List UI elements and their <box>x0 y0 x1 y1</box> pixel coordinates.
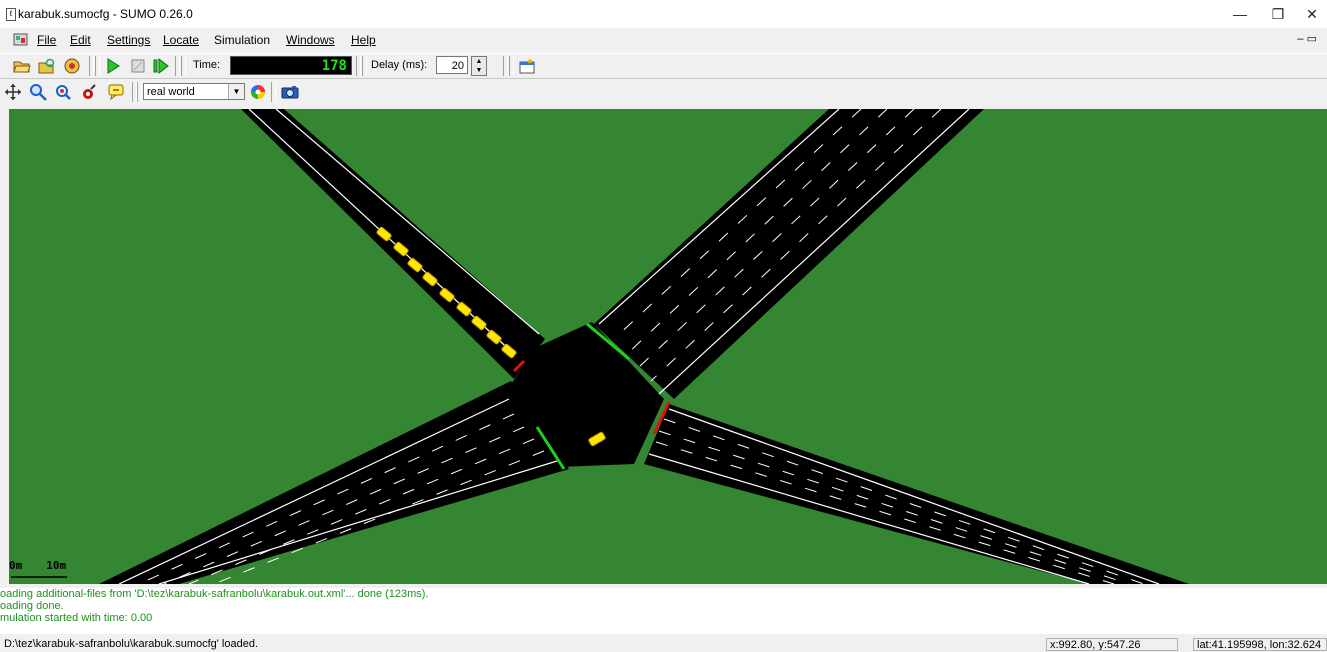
lane-edge <box>668 408 1160 584</box>
cursor-coordinates: x:992.80, y:547.26 <box>1046 638 1178 651</box>
menu-settings-label: Settings <box>107 33 151 47</box>
lane-divider <box>638 109 915 368</box>
mdi-window-buttons[interactable]: – ▭ <box>1297 32 1317 45</box>
title-bar: ℓ karabuk.sumocfg - SUMO 0.26.0 — ❐ ✕ <box>0 0 1327 28</box>
recenter-view-icon[interactable] <box>4 83 22 101</box>
menu-windows-label: Windows <box>286 33 335 47</box>
visualization-scheme-value: real world <box>147 86 195 98</box>
toolbar-separator <box>362 56 367 76</box>
menu-locate[interactable]: Locate <box>163 33 199 47</box>
time-label: Time: <box>193 59 221 71</box>
message-window: oading additional-files from 'D:\tez\kar… <box>0 588 1327 634</box>
message-line: oading done. <box>0 600 64 612</box>
scale-bar: 0m 10m <box>9 559 66 572</box>
restore-button[interactable]: ❐ <box>1263 4 1293 24</box>
lane-edge <box>275 109 540 335</box>
tooltip-icon[interactable] <box>107 83 125 101</box>
chevron-down-icon[interactable]: ▼ <box>228 84 244 99</box>
zoom-icon[interactable] <box>29 83 47 101</box>
time-display: 178 <box>230 56 352 75</box>
new-view-icon[interactable] <box>518 57 536 75</box>
toolbar-separator <box>356 56 361 76</box>
scale-left-label: 0m <box>9 559 23 572</box>
locate-junction-icon[interactable] <box>54 83 72 101</box>
status-bar: D:\tez\karabuk-safranbolu\karabuk.sumocf… <box>0 637 1327 652</box>
message-line: oading additional-files from 'D:\tez\kar… <box>0 588 429 600</box>
reload-icon[interactable] <box>38 57 56 75</box>
network-canvas[interactable] <box>9 109 1327 584</box>
toolbar-separator <box>503 56 508 76</box>
geo-coordinates: lat:41.195998, lon:32.624 <box>1193 638 1327 651</box>
road-northeast <box>594 109 984 399</box>
road-southeast <box>644 404 1189 584</box>
screenshot-icon[interactable] <box>281 83 299 101</box>
menu-settings[interactable]: Settings <box>107 33 150 47</box>
toolbar-separator <box>271 82 276 102</box>
app-icon: ℓ <box>6 8 16 21</box>
toolbar-separator <box>137 82 142 102</box>
view-toolbar: real world ▼ <box>0 80 1327 104</box>
menu-windows[interactable]: Windows <box>286 33 335 47</box>
menu-file-label: File <box>37 33 57 47</box>
status-message: D:\tez\karabuk-safranbolu\karabuk.sumocf… <box>4 638 259 650</box>
menu-help[interactable]: Help <box>351 33 376 47</box>
delay-input[interactable]: 20 <box>436 56 468 74</box>
color-wheel-icon[interactable] <box>249 83 267 101</box>
menu-edit-label: Edit <box>70 33 91 47</box>
menu-locate-label: Locate <box>163 33 200 47</box>
locate-vehicle-icon[interactable] <box>80 83 98 101</box>
message-line: mulation started with time: 0.00 <box>0 612 153 624</box>
delay-spinner[interactable]: ▲ ▼ <box>471 56 487 76</box>
close-button[interactable]: ✕ <box>1297 4 1327 24</box>
menu-file[interactable]: File <box>37 33 56 47</box>
menu-edit[interactable]: Edit <box>70 33 91 47</box>
close-simulation-icon[interactable] <box>63 57 81 75</box>
toolbar-separator <box>175 56 180 76</box>
network-view[interactable]: 0m 10m <box>9 109 1327 584</box>
minimize-button[interactable]: — <box>1225 4 1255 24</box>
run-icon[interactable] <box>104 57 122 75</box>
menu-simulation[interactable]: Simulation <box>214 33 270 47</box>
step-icon[interactable] <box>152 57 170 75</box>
delay-label: Delay (ms): <box>371 59 428 71</box>
menu-simulation-label: Simulation <box>214 33 271 47</box>
spin-up-icon[interactable]: ▲ <box>472 57 486 66</box>
simulation-toolbar: Time: 178 Delay (ms): 20 ▲ ▼ <box>0 53 1327 79</box>
document-icon[interactable] <box>13 32 29 47</box>
stop-icon[interactable] <box>129 57 147 75</box>
toolbar-separator <box>89 56 94 76</box>
scale-right-label: 10m <box>46 559 67 572</box>
toolbar-separator <box>181 56 186 76</box>
visualization-scheme-select[interactable]: real world ▼ <box>143 83 245 100</box>
open-folder-icon[interactable] <box>13 57 31 75</box>
spin-down-icon[interactable]: ▼ <box>472 66 486 75</box>
toolbar-separator <box>509 56 514 76</box>
toolbar-separator <box>95 56 100 76</box>
menu-bar: File Edit Settings Locate Simulation Win… <box>0 30 1327 50</box>
window-title: karabuk.sumocfg - SUMO 0.26.0 <box>18 7 193 21</box>
menu-help-label: Help <box>351 33 376 47</box>
